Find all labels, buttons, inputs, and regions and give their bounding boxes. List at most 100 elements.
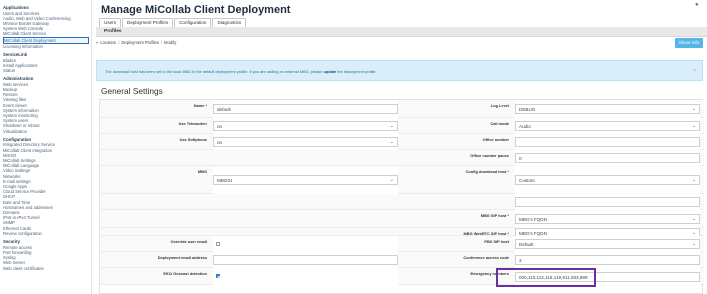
deployment-email-address-input[interactable] bbox=[213, 255, 398, 265]
form-row-name: Name * default bbox=[100, 100, 402, 118]
field-value-cell: on ⌄ bbox=[213, 134, 398, 150]
field-label: Config download host * bbox=[465, 169, 509, 174]
chevron-down-icon: ⌄ bbox=[691, 106, 696, 112]
field-value-cell bbox=[213, 268, 398, 285]
field-value: Custom bbox=[519, 178, 535, 183]
field-label: Call mode bbox=[490, 121, 509, 126]
left-column: Name * default Use Teleworker on ⌄ Use Softph… bbox=[100, 100, 402, 294]
form-row-mbg: MBG MBG01 ⌄ bbox=[100, 166, 402, 194]
pbx-sip-host-select[interactable]: Default ⌄ bbox=[515, 239, 700, 249]
field-value-cell: default bbox=[213, 100, 398, 118]
alert-text-before: The download host has been set to the lo… bbox=[105, 69, 324, 74]
field-value: on bbox=[217, 124, 223, 129]
field-label: MBG bbox=[197, 169, 207, 174]
close-icon[interactable]: × bbox=[693, 68, 696, 74]
office-number-pause-input[interactable]: 0 bbox=[515, 153, 700, 163]
chevron-down-icon: ⌄ bbox=[691, 177, 696, 183]
field-label: Log Level bbox=[490, 103, 509, 108]
tab-diagnostics[interactable]: Diagnostics bbox=[212, 18, 247, 27]
field-label: MBG SIP host * bbox=[480, 213, 509, 218]
field-value-cell: MBG's FQDN ⌄ bbox=[515, 228, 700, 238]
form-row-blank bbox=[100, 194, 402, 210]
conference-access-code-input[interactable]: 3 bbox=[515, 255, 700, 265]
field-label: Deployment email address bbox=[157, 255, 207, 260]
tab-bar: Users Deployment Profiles Configuration Dia… bbox=[99, 18, 247, 27]
field-value: Default bbox=[519, 242, 534, 247]
form-row-use-teleworker: Use Teleworker on ⌄ bbox=[100, 118, 402, 134]
chevron-down-icon: ⌄ bbox=[691, 123, 696, 129]
mbg-sip-host-select[interactable]: MBG's FQDN ⌄ bbox=[515, 214, 700, 224]
name-input[interactable]: default bbox=[213, 104, 398, 114]
use-softphone-select[interactable]: on ⌄ bbox=[213, 137, 398, 147]
field-value-cell: on ⌄ bbox=[213, 118, 398, 134]
field-value-cell: 0 bbox=[515, 150, 700, 166]
e911-geocast-detection-checkbox[interactable] bbox=[216, 274, 220, 278]
form-row-override-user-email: Override user email bbox=[100, 236, 402, 252]
breadcrumb-modify[interactable]: Modify bbox=[164, 40, 176, 45]
field-label: Override user email bbox=[170, 239, 207, 244]
sidebar: Applications Users and Services Audio, Web… bbox=[0, 0, 92, 294]
override-user-email-checkbox[interactable] bbox=[216, 242, 220, 246]
show-info-button[interactable]: Show Info bbox=[675, 38, 703, 48]
form-row-office-number-pause: Office number pause 0 bbox=[402, 150, 704, 166]
field-value-cell: DEBUG ⌄ bbox=[515, 100, 700, 118]
field-value-cell: MBG01 ⌄ bbox=[213, 166, 398, 194]
field-value-cell bbox=[213, 236, 398, 252]
emergency-numbers-highlight bbox=[496, 268, 596, 287]
field-value: DEBUG bbox=[519, 107, 536, 112]
app-root: Applications Users and Services Audio, Web… bbox=[0, 0, 707, 294]
use-teleworker-select[interactable]: on ⌄ bbox=[213, 121, 398, 131]
form-row-e911-geocast-detection: E911 Geocast detection bbox=[100, 268, 402, 285]
tab-configuration[interactable]: Configuration bbox=[174, 18, 212, 27]
breadcrumb-prefix: » bbox=[96, 40, 99, 45]
form-row-config-download-host: Config download host * Custom ⌄ bbox=[402, 166, 704, 194]
field-label: Name * bbox=[193, 103, 207, 108]
field-value-cell: 3 bbox=[515, 252, 700, 268]
breadcrumb-deployment-profiles[interactable]: Deployment Profiles bbox=[121, 40, 158, 45]
form-row-blank bbox=[100, 210, 402, 228]
field-value-cell: Audio ⌄ bbox=[515, 118, 700, 134]
field-value-cell bbox=[213, 252, 398, 268]
field-label: PBX SIP host bbox=[484, 239, 509, 244]
alert-text-after: the deployment profile. bbox=[336, 69, 377, 74]
sidebar-item-micollab-client-deployment[interactable]: MiCollab Client Deployment bbox=[3, 36, 89, 44]
field-label: Office number pause bbox=[470, 153, 509, 158]
form-row-pbx-sip-host: PBX SIP host Default ⌄ bbox=[402, 236, 704, 252]
field-value: Audio bbox=[519, 124, 531, 129]
field-value-cell: MBG's FQDN ⌄ bbox=[515, 210, 700, 228]
field-value: MBG's FQDN bbox=[519, 217, 547, 222]
breadcrumb-separator: / bbox=[160, 40, 163, 45]
breadcrumb-location[interactable]: Location bbox=[100, 40, 116, 45]
tab-deployment-profiles[interactable]: Deployment Profiles bbox=[122, 18, 174, 27]
office-number-input[interactable] bbox=[515, 137, 700, 147]
field-value: 0 bbox=[519, 156, 522, 161]
call-mode-select[interactable]: Audio ⌄ bbox=[515, 121, 700, 131]
field-value: default bbox=[217, 107, 231, 112]
help-icon[interactable]: ● bbox=[695, 2, 701, 8]
breadcrumb: » Location / Deployment Profiles / Modify bbox=[96, 40, 176, 45]
chevron-down-icon: ⌄ bbox=[691, 216, 696, 222]
general-settings-form: Name * default Use Teleworker on ⌄ Use Softph… bbox=[99, 99, 704, 294]
form-row-use-softphone: Use Softphone on ⌄ bbox=[100, 134, 402, 150]
chevron-down-icon: ⌄ bbox=[389, 177, 394, 183]
subheader: Profiles bbox=[96, 27, 707, 37]
mbg-select[interactable]: MBG01 ⌄ bbox=[213, 175, 398, 185]
form-row-blank bbox=[100, 150, 402, 166]
form-row-mbg-sip-host: MBG SIP host * MBG's FQDN ⌄ bbox=[402, 210, 704, 228]
config-download-host-select[interactable]: Custom ⌄ bbox=[515, 175, 700, 185]
subheader-label: Profiles bbox=[104, 29, 122, 34]
right-column: Log Level DEBUG ⌄ Call mode Audio ⌄ Office num… bbox=[402, 100, 704, 294]
alert-update-link[interactable]: update bbox=[323, 69, 336, 74]
chevron-down-icon: ⌄ bbox=[389, 123, 394, 129]
field-value: on bbox=[217, 140, 223, 145]
field-value: MBG01 bbox=[217, 178, 233, 183]
form-row-call-mode: Call mode Audio ⌄ bbox=[402, 118, 704, 134]
log-level-select[interactable]: DEBUG ⌄ bbox=[515, 104, 700, 114]
tab-users[interactable]: Users bbox=[99, 18, 121, 27]
chevron-down-icon: ⌄ bbox=[691, 241, 696, 247]
field-value-cell bbox=[515, 134, 700, 150]
extra-input[interactable] bbox=[515, 197, 700, 207]
form-row-blank bbox=[100, 228, 402, 236]
form-row-mbg-webrtc-sip-host: MBG WebRTC SIP host * MBG's FQDN ⌄ bbox=[402, 228, 704, 238]
